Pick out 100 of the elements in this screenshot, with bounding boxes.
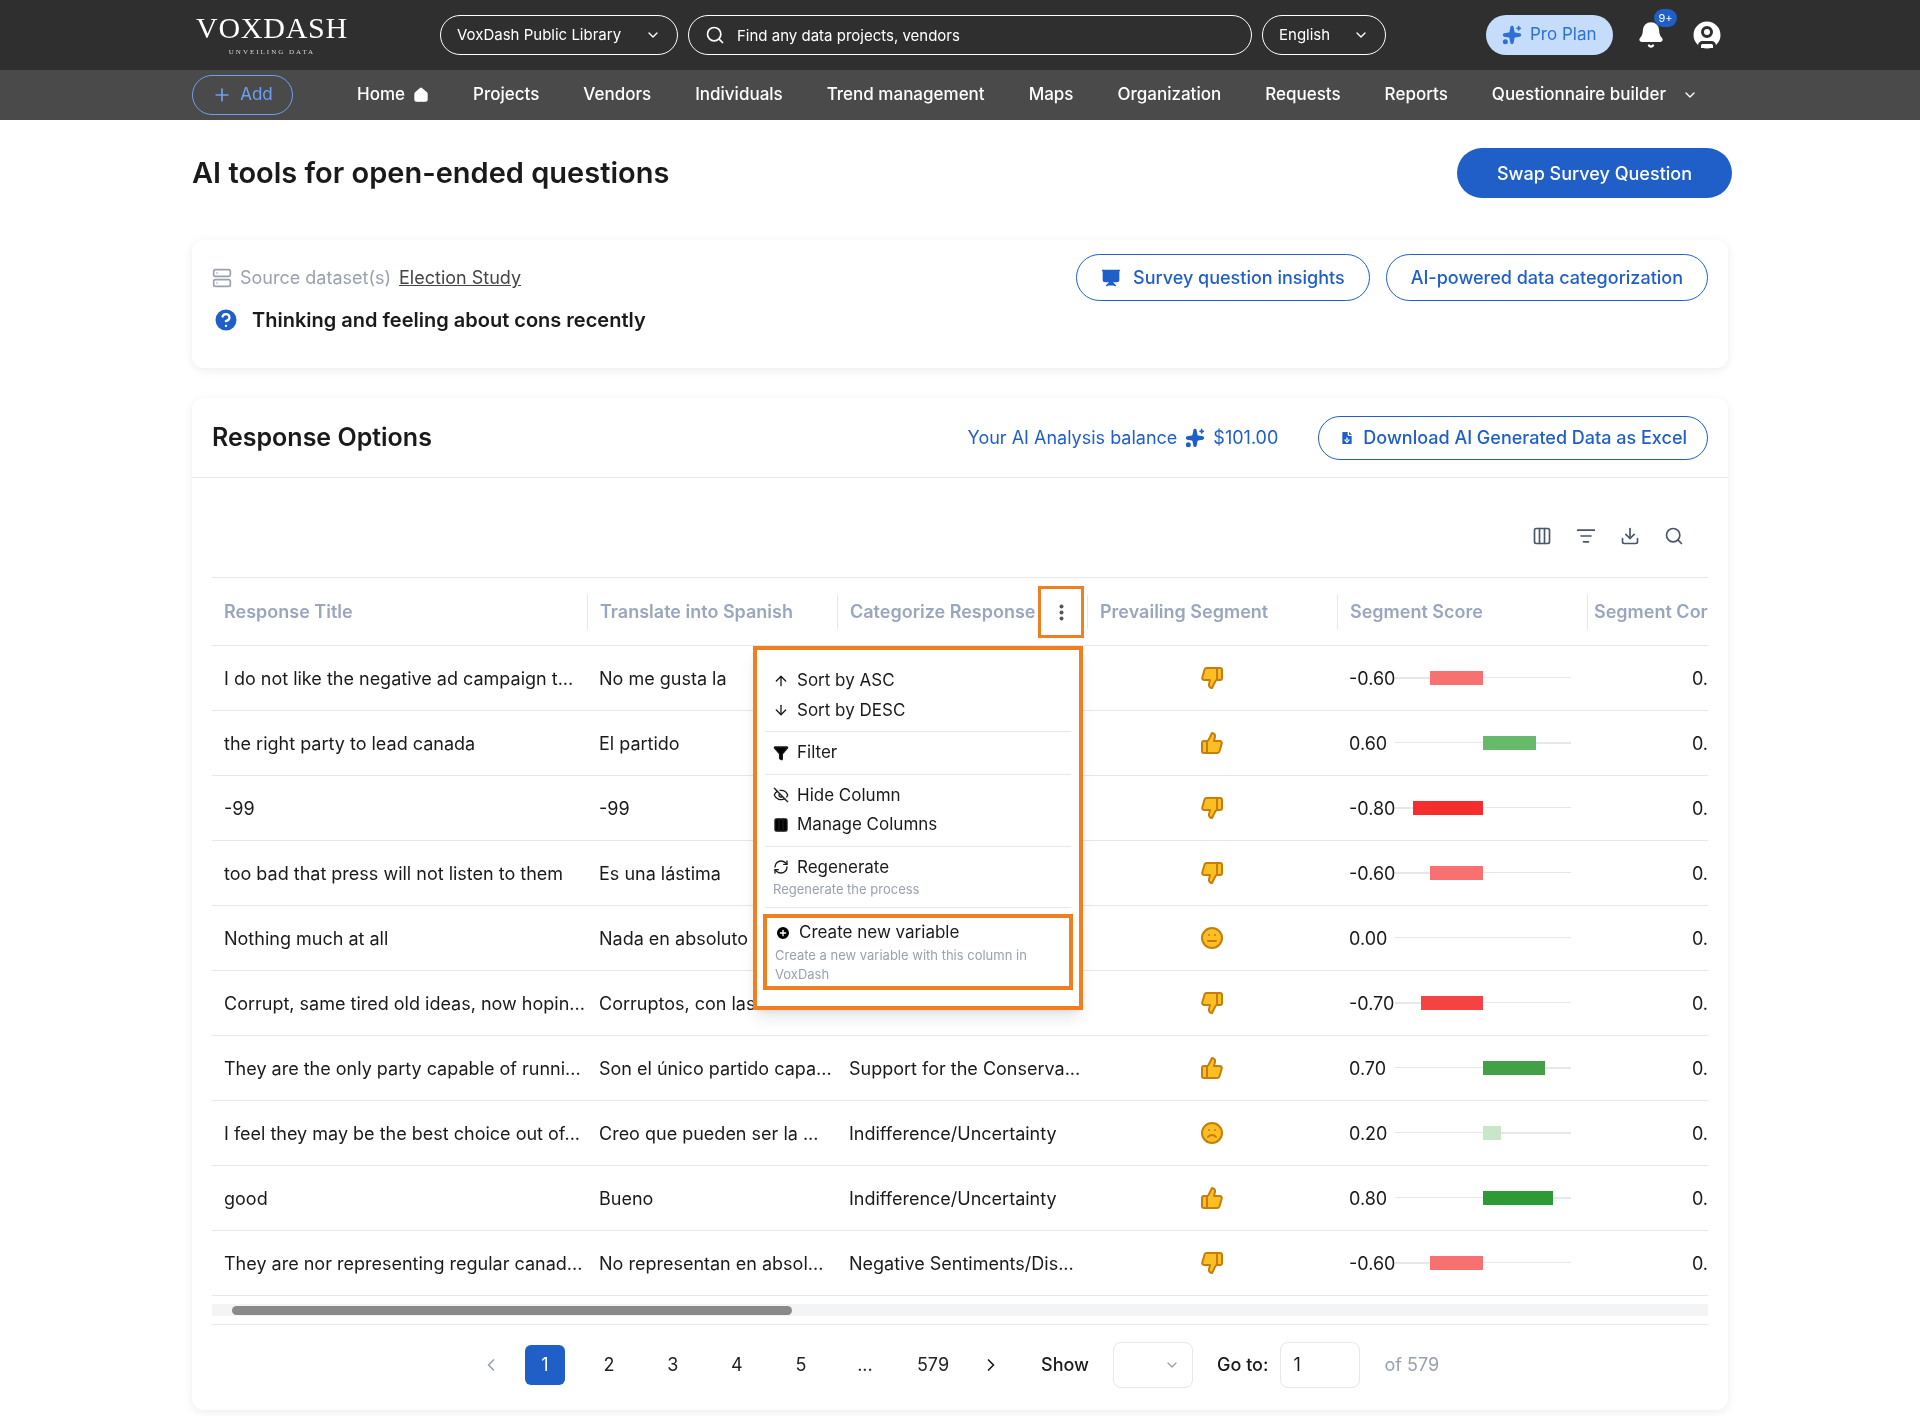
swap-survey-question-button[interactable]: Swap Survey Question — [1456, 148, 1732, 198]
nav-link[interactable]: Maps — [1028, 82, 1074, 108]
page-button[interactable]: 5 — [780, 1344, 821, 1385]
table-cell: They are nor representing regular canad... — [224, 1252, 583, 1274]
page-button[interactable]: 2 — [588, 1344, 629, 1385]
table-cell: Creo que pueden ser la ... — [599, 1122, 819, 1144]
dataset-link[interactable]: Election Study — [399, 264, 522, 291]
menu-item[interactable]: Filter — [765, 738, 1071, 768]
table-cell: No representan en absol... — [599, 1252, 824, 1274]
horizontal-scrollbar[interactable] — [212, 1304, 1708, 1316]
thumbs-up-icon — [1200, 731, 1224, 755]
table-cell: Support for the Conserva... — [849, 1057, 1081, 1079]
page-button[interactable]: ... — [844, 1344, 885, 1385]
sparkle-icon — [1502, 25, 1522, 45]
more-icon — [1058, 603, 1064, 621]
table-cell: Nothing much at all — [224, 927, 389, 949]
table-cell: too bad that press will not listen to them — [224, 862, 564, 884]
table-cell: the right party to lead canada — [224, 732, 476, 754]
search-icon — [705, 25, 725, 45]
score-value: 0.60 — [1349, 731, 1389, 756]
menu-item[interactable]: Create new variable Create a new variable with this column in VoxDash — [763, 914, 1073, 990]
nav-link[interactable]: Questionnaire builder — [1491, 82, 1699, 108]
table-cell: Bueno — [599, 1187, 654, 1209]
table-cell-text: 0. — [1691, 796, 1708, 821]
page-total: of 579 — [1384, 1353, 1440, 1377]
columns-icon[interactable] — [1532, 525, 1552, 546]
thumbs-up-icon — [1200, 1186, 1224, 1210]
nav-link[interactable]: Home — [357, 82, 429, 108]
table-cell: Corrupt, same tired old ideas, now hopin... — [224, 992, 585, 1014]
table-cell: El partido — [599, 732, 680, 754]
table-cell-text: 0. — [1691, 666, 1708, 691]
thumbs-down-icon — [1200, 796, 1224, 820]
page-button[interactable]: 4 — [716, 1344, 757, 1385]
nav-link[interactable]: Organization — [1117, 82, 1222, 108]
table-cell: -99 — [599, 797, 630, 819]
home-icon — [413, 87, 429, 103]
column-options-button[interactable] — [1038, 586, 1084, 638]
table-cell: Indifference/Uncertainty — [849, 1187, 1057, 1209]
table-cell: No me gusta la — [599, 667, 727, 689]
question-text: Thinking and feeling about cons recently — [252, 307, 646, 334]
nav-link[interactable]: Individuals — [695, 82, 783, 108]
notification-bell-icon[interactable] — [1636, 21, 1665, 49]
menu-item[interactable]: Sort by DESC — [765, 695, 1071, 725]
score-value: 0.20 — [1349, 1121, 1389, 1146]
presentation-icon — [1101, 267, 1121, 288]
plus-circle-icon — [775, 924, 791, 941]
search-icon[interactable] — [1664, 525, 1684, 546]
nav-link[interactable]: Vendors — [583, 82, 652, 108]
section-title: Response Options — [212, 420, 432, 454]
search-field[interactable]: Find any data projects, vendors — [737, 16, 1235, 54]
eye-off-icon — [773, 787, 789, 804]
table-cell: Negative Sentiments/Dis... — [849, 1252, 1074, 1274]
page-title: AI tools for open-ended questions — [192, 154, 670, 193]
score-value: 0.70 — [1349, 1056, 1388, 1081]
go-to-field[interactable]: 1 — [1280, 1341, 1361, 1388]
table-cell-text: 0. — [1691, 1251, 1708, 1276]
score-value: -0.70 — [1349, 991, 1395, 1016]
menu-item[interactable]: Hide Column — [765, 780, 1071, 810]
table-cell: Nada en absoluto — [599, 927, 748, 949]
score-value: -0.60 — [1349, 666, 1395, 691]
show-label: Show — [1041, 1353, 1089, 1377]
thumbs-up-icon — [1200, 1056, 1224, 1080]
notification-badge: 9+ — [1654, 9, 1677, 27]
score-value: -0.60 — [1349, 1251, 1395, 1276]
page-button[interactable]: 579 — [908, 1344, 958, 1385]
score-value: -0.60 — [1349, 861, 1395, 886]
menu-item[interactable]: Manage Columns — [765, 810, 1071, 840]
balance-label: Your AI Analysis balance — [967, 426, 1178, 450]
refresh-icon — [773, 859, 789, 876]
nav-link[interactable]: Reports — [1384, 82, 1448, 108]
nav-link[interactable]: Projects — [473, 82, 540, 108]
table-cell-text: 0. — [1691, 1121, 1708, 1146]
score-value: -0.80 — [1349, 796, 1395, 821]
table-cell: I do not like the negative ad campaign t... — [224, 667, 574, 689]
database-icon — [212, 267, 232, 288]
filter-icon — [773, 744, 789, 761]
balance-amount: $101.00 — [1213, 426, 1279, 450]
table-cell: Son el único partido capa... — [599, 1057, 832, 1079]
menu-item[interactable]: Sort by ASC — [765, 666, 1071, 696]
menu-item[interactable]: Regenerate Regenerate the process — [765, 852, 1071, 901]
score-value: 0.00 — [1349, 926, 1389, 951]
columns-icon — [773, 816, 789, 833]
neutral-face-icon — [1200, 926, 1224, 950]
go-to-label: Go to: — [1217, 1353, 1269, 1377]
source-label: Source dataset(s) — [240, 266, 392, 290]
table-cell-text: 0. — [1691, 991, 1708, 1016]
page-button[interactable]: 1 — [524, 1344, 565, 1385]
nav-link[interactable]: Requests — [1265, 82, 1341, 108]
question-icon — [212, 306, 240, 334]
table-cell-text: 0. — [1691, 1056, 1708, 1081]
thumbs-down-icon — [1200, 861, 1224, 885]
table-cell-text: 0. — [1691, 1186, 1708, 1211]
table-cell: I feel they may be the best choice out of... — [224, 1122, 581, 1144]
table-cell-text: 0. — [1691, 861, 1708, 886]
download-icon[interactable] — [1620, 525, 1640, 546]
table-cell: good — [224, 1187, 268, 1209]
table-cell: They are the only party capable of runni... — [224, 1057, 581, 1079]
nav-link[interactable]: Trend management — [826, 82, 985, 108]
score-value: 0.80 — [1349, 1186, 1389, 1211]
page-button[interactable]: 3 — [652, 1344, 693, 1385]
